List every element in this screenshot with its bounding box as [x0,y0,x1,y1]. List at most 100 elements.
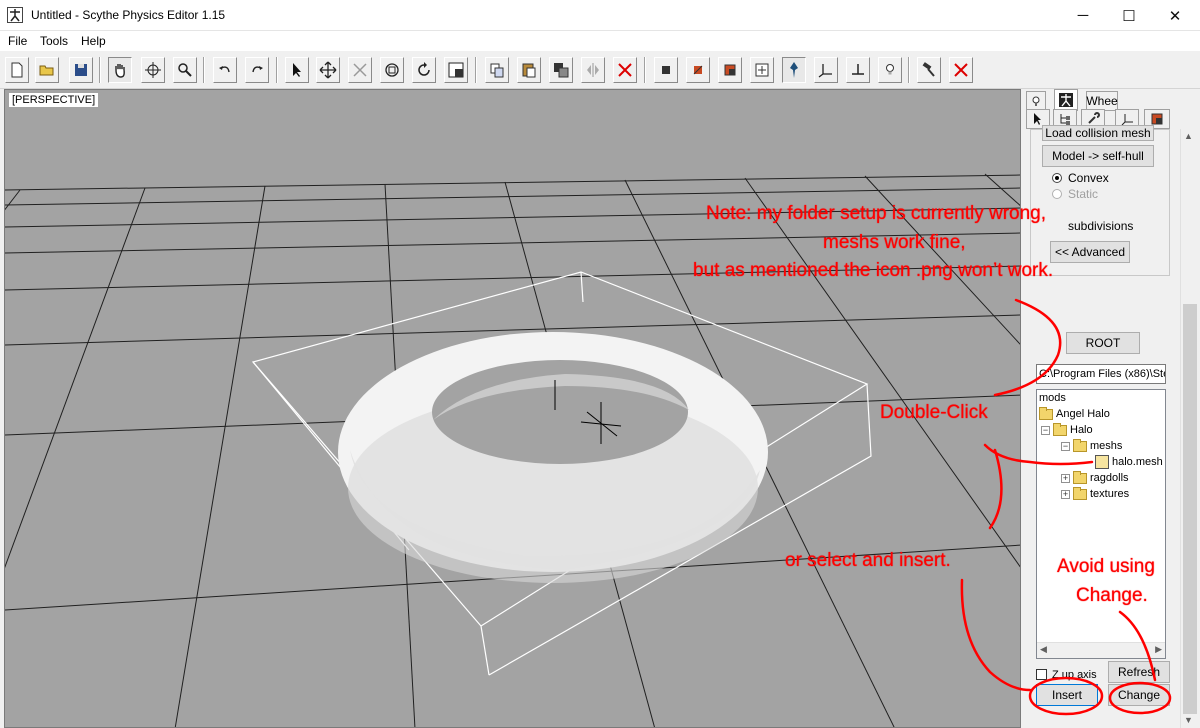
rotate-select-icon[interactable] [380,57,404,83]
insert-button[interactable]: Insert [1036,684,1098,706]
box-icon[interactable] [444,57,468,83]
model-self-hull-button[interactable]: Model -> self-hull [1042,145,1154,167]
duplicate-icon[interactable] [549,57,573,83]
scroll-thumb[interactable] [1183,304,1197,714]
file-tree[interactable]: mods Angel Halo − Halo − meshs halo.mesh +… [1036,389,1166,659]
axis-icon[interactable] [814,57,838,83]
folder-icon [1053,422,1067,436]
red-box-outline-icon[interactable] [718,57,742,83]
folder-icon [1039,406,1053,420]
collapse-icon[interactable]: − [1041,425,1050,435]
root-button[interactable]: ROOT [1066,332,1140,354]
mesh-file-icon [1095,455,1109,469]
expand-icon[interactable]: + [1061,473,1070,483]
scroll-up-icon[interactable]: ▲ [1184,131,1193,141]
zoom-icon[interactable] [173,57,197,83]
annotation-avoid-line1: Avoid using [1057,556,1155,577]
scroll-down-icon[interactable]: ▼ [1184,715,1193,725]
light-bulb-icon[interactable] [878,57,902,83]
tab-scythe[interactable] [1054,89,1078,111]
tree-item-ragdolls[interactable]: + ragdolls [1061,470,1129,484]
tab-wheel[interactable]: Whee [1086,91,1118,111]
pin-icon[interactable] [782,57,806,83]
hammer-icon[interactable] [917,57,941,83]
red-box-icon[interactable] [686,57,710,83]
tree-item-halo-mesh[interactable]: halo.mesh [1095,455,1163,469]
advanced-button[interactable]: << Advanced [1050,241,1130,263]
minimize-button[interactable]: ─ [1060,0,1106,31]
folder-icon [1073,486,1087,500]
close-button[interactable]: ✕ [1152,0,1198,31]
window-title: Untitled - Scythe Physics Editor 1.15 [31,8,226,22]
tree-label: mods [1039,392,1066,404]
static-label: Static [1068,187,1099,201]
toolbar-separator [644,57,646,83]
tree-label: halo.mesh [1112,456,1163,468]
annotation-select-insert: or select and insert. [785,550,951,571]
perspective-viewport[interactable]: [PERSPECTIVE] [4,89,1021,728]
load-collision-mesh-label: Load collision mesh [1045,126,1151,140]
scythe-icon [1059,93,1073,107]
tree-item-meshs[interactable]: − meshs [1061,438,1123,452]
tab-light[interactable] [1026,91,1046,111]
tree-item-textures[interactable]: + textures [1061,486,1129,500]
toolbar-separator [475,57,477,83]
convex-radio[interactable] [1052,173,1062,183]
scroll-left-icon[interactable]: ◀ [1040,644,1047,655]
toolbar-separator [276,57,278,83]
toolbar-separator [203,57,205,83]
joint-icon[interactable] [846,57,870,83]
panel-scrollbar[interactable]: ▲ ▼ [1180,129,1198,728]
redo-icon[interactable] [245,57,269,83]
tree-label: meshs [1090,440,1123,452]
expand-icon[interactable]: + [1061,489,1070,499]
z-up-axis-checkbox[interactable] [1036,669,1047,680]
tree-item-halo[interactable]: − Halo [1041,422,1093,436]
scroll-right-icon[interactable]: ▶ [1155,644,1162,655]
viewport-scene [5,173,1020,727]
menu-file[interactable]: File [8,34,27,48]
change-button[interactable]: Change [1108,684,1170,706]
select-arrow-icon [1034,113,1041,125]
save-icon[interactable] [69,57,93,83]
folder-icon [1073,470,1087,484]
collapse-icon[interactable]: − [1061,441,1070,451]
z-up-axis-label: Z up axis [1052,669,1097,681]
refresh-button[interactable]: Refresh [1108,661,1170,683]
delete-icon[interactable] [613,57,637,83]
select-arrow-icon[interactable] [285,57,309,83]
annotation-note-line1: Note: my folder setup is currently wrong… [706,203,1047,224]
load-collision-mesh-button[interactable]: Load collision mesh [1042,125,1154,141]
delete-red-icon[interactable] [949,57,973,83]
paste-icon[interactable] [517,57,541,83]
mirror-icon[interactable] [581,57,605,83]
tree-item-angel-halo[interactable]: Angel Halo [1039,406,1110,420]
menu-help[interactable]: Help [81,34,106,48]
rotate-icon[interactable] [412,57,436,83]
new-file-icon[interactable] [5,57,29,83]
move-view-icon[interactable] [141,57,165,83]
side-panel: Whee Load collision mesh Model -> self-h… [1024,89,1200,728]
scale-icon[interactable] [348,57,372,83]
subdivisions-label: subdivisions [1068,219,1134,233]
axis-icon [1121,114,1133,126]
open-folder-icon[interactable] [35,57,59,83]
copy-icon[interactable] [485,57,509,83]
add-box-icon[interactable] [750,57,774,83]
toolbar-separator [99,57,101,83]
menu-tools[interactable]: Tools [40,34,68,48]
annotation-note-line3: but as mentioned the icon .png won’t wor… [693,260,1054,281]
box-primitive-icon[interactable] [654,57,678,83]
maximize-button[interactable]: ☐ [1106,0,1152,31]
hand-icon[interactable] [108,57,132,83]
static-radio[interactable] [1052,189,1062,199]
hierarchy-icon [1060,114,1070,125]
path-field[interactable]: C:\Program Files (x86)\Steam [1036,364,1166,384]
material-icon [1151,113,1163,125]
tree-item-mods[interactable]: mods [1039,392,1066,404]
light-bulb-icon [1032,96,1040,106]
move-icon[interactable] [316,57,340,83]
tree-horizontal-scrollbar[interactable]: ◀ ▶ [1037,642,1165,658]
undo-icon[interactable] [213,57,237,83]
menu-bar: File Tools Help [0,31,1200,51]
